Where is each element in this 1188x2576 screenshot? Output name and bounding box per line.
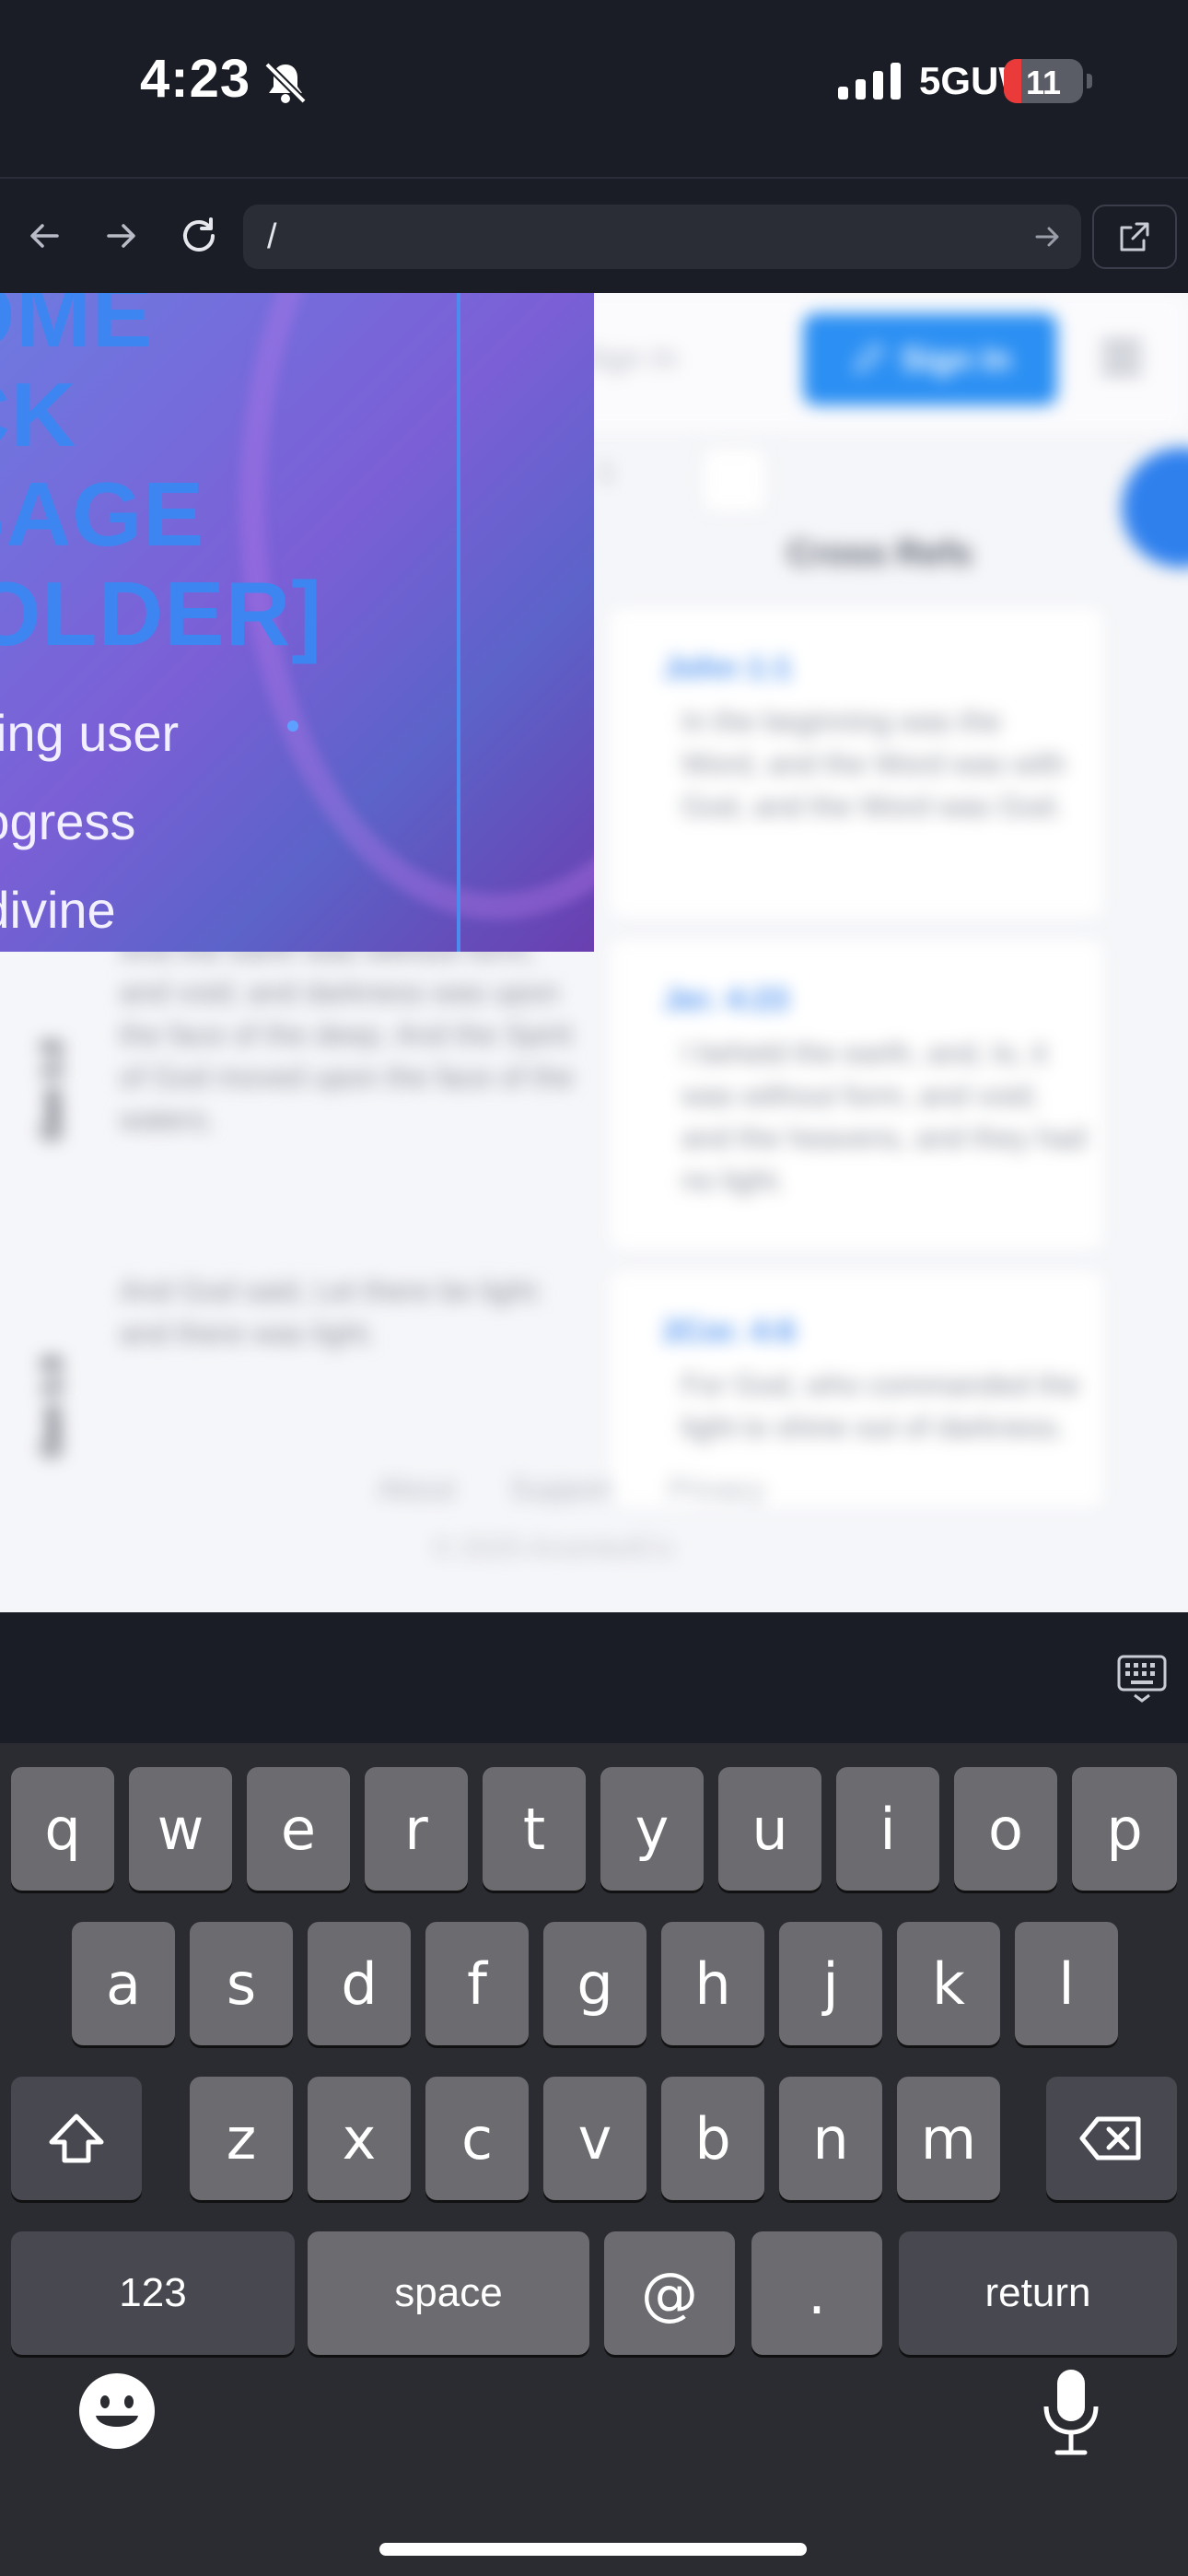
cross-ref-reference[interactable]: John 1:1: [663, 650, 792, 686]
key-e[interactable]: e: [247, 1767, 350, 1891]
url-bar[interactable]: /: [243, 205, 1081, 269]
cross-ref-card[interactable]: Jer. 4:23 I beheld the earth, and, lo, i…: [608, 938, 1105, 1251]
back-button[interactable]: [11, 203, 77, 269]
forward-arrow-icon: [107, 224, 135, 248]
footer-link-about[interactable]: About: [378, 1472, 455, 1506]
key-f[interactable]: f: [425, 1922, 529, 2045]
cross-ref-reference[interactable]: Jer. 4:23: [663, 982, 788, 1018]
open-external-icon: [1120, 222, 1149, 252]
key-v[interactable]: v: [543, 2077, 646, 2200]
key-n[interactable]: n: [779, 2077, 882, 2200]
keyboard-dismiss-icon[interactable]: [1116, 1653, 1168, 1704]
key-y[interactable]: y: [600, 1767, 704, 1891]
key-l[interactable]: l: [1015, 1922, 1118, 2045]
microphone-icon[interactable]: [1039, 2366, 1103, 2458]
battery-level: 11: [1025, 64, 1062, 101]
key-i[interactable]: i: [836, 1767, 939, 1891]
key-a[interactable]: a: [72, 1922, 175, 2045]
key-w[interactable]: w: [129, 1767, 232, 1891]
emoji-icon[interactable]: [77, 2371, 157, 2451]
numbers-key[interactable]: 123: [11, 2231, 295, 2355]
key-x[interactable]: x: [308, 2077, 411, 2200]
verse-label: Gen 1:3: [37, 1355, 67, 1458]
battery-icon: 11: [1004, 59, 1083, 103]
next-chapter-button[interactable]: [700, 446, 768, 514]
space-key[interactable]: space: [308, 2231, 589, 2355]
return-key[interactable]: return: [899, 2231, 1177, 2355]
chapter-tab[interactable]: 1: [599, 457, 614, 488]
reload-icon: [183, 217, 215, 252]
key-m[interactable]: m: [897, 2077, 1000, 2200]
cross-ref-text: I beheld the earth, and, lo, it was with…: [681, 1036, 1087, 1197]
verse-text: And God said, Let there be light: and th…: [120, 1274, 542, 1350]
bell-slash-icon: [264, 62, 307, 104]
reload-button[interactable]: [166, 203, 232, 269]
home-indicator[interactable]: [379, 2543, 807, 2556]
shift-icon: [49, 2113, 104, 2163]
key-u[interactable]: u: [718, 1767, 821, 1891]
key-r[interactable]: r: [365, 1767, 468, 1891]
signin-button[interactable]: Sign In: [803, 313, 1057, 405]
copyright: © 2025 AnointedCo: [433, 1533, 673, 1563]
verse-label: Gen 1:2: [37, 1038, 67, 1141]
at-key[interactable]: @: [604, 2231, 735, 2355]
pencil-icon: [854, 342, 885, 373]
key-g[interactable]: g: [543, 1922, 646, 2045]
backspace-key[interactable]: [1046, 2077, 1177, 2200]
battery-tip: [1087, 74, 1092, 88]
floating-action-button[interactable]: [1122, 448, 1188, 568]
column-header: Cross Refs: [787, 534, 973, 573]
key-q[interactable]: q: [11, 1767, 114, 1891]
cross-ref-reference[interactable]: 2Cor. 4:6: [663, 1314, 796, 1350]
signal-bars-icon: [838, 61, 901, 100]
web-page: Sign In Sign In 1 Cross Refs John 1:1 In…: [0, 293, 1188, 1612]
status-bar: 4:23 5GUW 11: [0, 0, 1188, 175]
key-p[interactable]: p: [1072, 1767, 1177, 1891]
footer-links: About Support Privacy: [378, 1472, 856, 1506]
footer-link-privacy[interactable]: Privacy: [669, 1472, 765, 1506]
verse-text: And the earth was without form, and void…: [120, 933, 574, 1136]
browser-toolbar: /: [0, 177, 1188, 293]
backspace-icon: [1079, 2116, 1141, 2160]
footer-link-support[interactable]: Support: [510, 1472, 613, 1506]
hamburger-menu-icon[interactable]: [1101, 341, 1142, 374]
keyboard-area: q w e r t y u i o p a s d f g h j k l z …: [0, 1612, 1188, 2576]
promo-title: OME CK SAGE IOLDER]: [0, 293, 322, 664]
period-key[interactable]: .: [751, 2231, 882, 2355]
url-text: /: [267, 217, 277, 256]
key-k[interactable]: k: [897, 1922, 1000, 2045]
key-d[interactable]: d: [308, 1922, 411, 2045]
cross-ref-text: In the beginning was the Word, and the W…: [681, 705, 1066, 823]
key-b[interactable]: b: [661, 2077, 764, 2200]
status-time: 4:23: [140, 49, 251, 109]
open-external-button[interactable]: [1092, 205, 1177, 269]
verse-card: And God said, Let there be light: and th…: [92, 1251, 597, 1472]
key-c[interactable]: c: [425, 2077, 529, 2200]
key-h[interactable]: h: [661, 1922, 764, 2045]
key-j[interactable]: j: [779, 1922, 882, 2045]
key-z[interactable]: z: [190, 2077, 293, 2200]
forward-button[interactable]: [88, 203, 155, 269]
promo-dot: [287, 720, 298, 732]
header-signin-link[interactable]: Sign In: [580, 341, 678, 377]
promo-divider: [457, 293, 460, 952]
welcome-promo-panel: OME CK SAGE IOLDER] urning user progress…: [0, 293, 594, 952]
key-o[interactable]: o: [954, 1767, 1057, 1891]
promo-body: urning user progress or divine: [0, 704, 180, 939]
cross-ref-card[interactable]: John 1:1 In the beginning was the Word, …: [608, 606, 1105, 919]
back-arrow-icon: [30, 224, 59, 248]
go-arrow-icon[interactable]: [1031, 220, 1065, 253]
shift-key[interactable]: [11, 2077, 142, 2200]
signin-button-label: Sign In: [901, 340, 1011, 378]
key-t[interactable]: t: [483, 1767, 586, 1891]
key-s[interactable]: s: [190, 1922, 293, 2045]
keyboard: q w e r t y u i o p a s d f g h j k l z …: [0, 1743, 1188, 2576]
